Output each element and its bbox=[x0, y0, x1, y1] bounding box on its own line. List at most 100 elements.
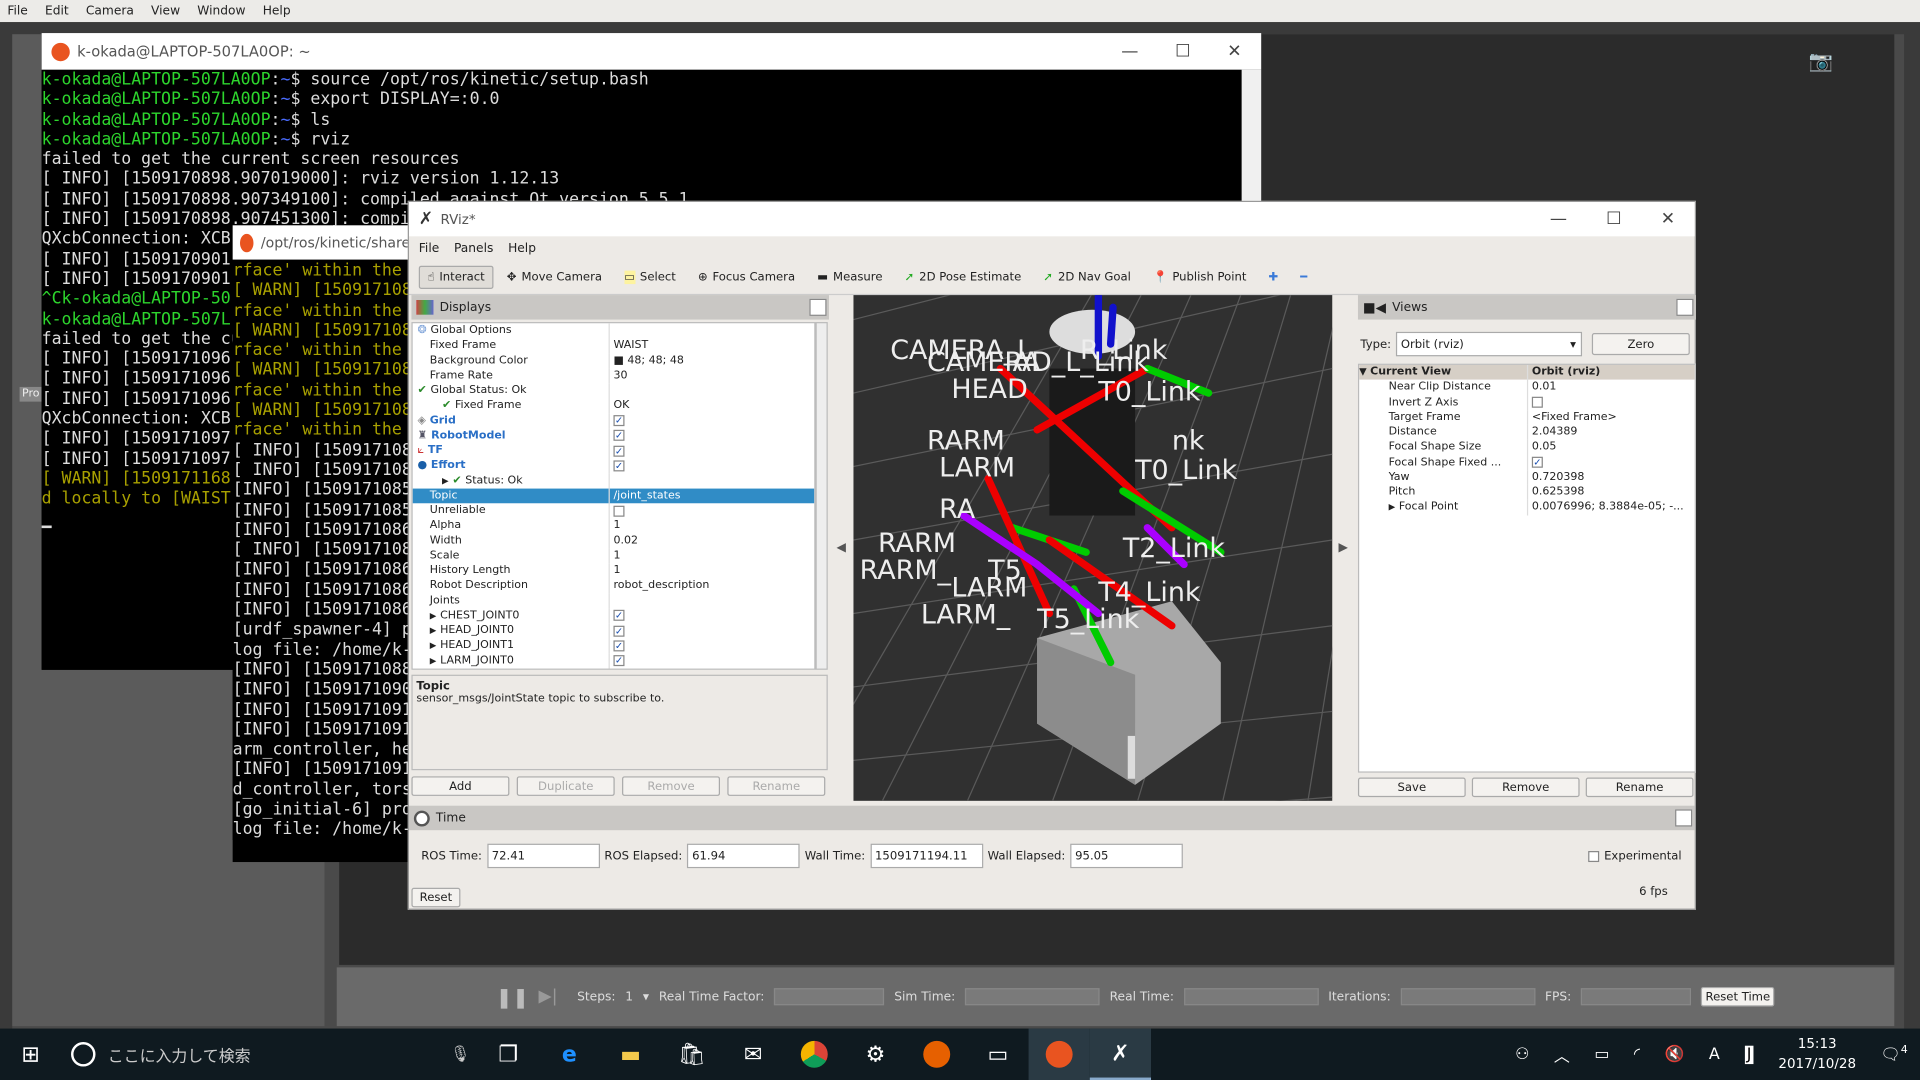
reset-button[interactable]: Reset bbox=[411, 887, 461, 908]
close-button[interactable]: ✕ bbox=[1661, 209, 1675, 229]
close-button[interactable]: ✕ bbox=[1227, 42, 1241, 62]
wall-time-field[interactable]: 1509171194.11 bbox=[870, 843, 983, 869]
menu-file[interactable]: File bbox=[7, 4, 27, 17]
tool-measure[interactable]: ▬ Measure bbox=[809, 266, 891, 289]
tree-row[interactable]: ● Effort ✓ bbox=[413, 458, 815, 474]
current-view-row[interactable]: ▼ Current View Orbit (rviz) bbox=[1359, 364, 1695, 380]
tool-publish-point[interactable]: 📍 Publish Point bbox=[1144, 266, 1255, 289]
tree-row[interactable]: Focal Shape Size 0.05 bbox=[1359, 439, 1695, 455]
chrome-icon[interactable] bbox=[784, 1029, 845, 1080]
remove-display-button[interactable]: Remove bbox=[622, 776, 721, 796]
windows-start-icon[interactable]: ⊞ bbox=[0, 1029, 61, 1080]
checkbox[interactable]: ✓ bbox=[613, 640, 625, 652]
tree-row[interactable]: Focal Shape Fixed ... ✓ bbox=[1359, 454, 1695, 470]
undock-button[interactable] bbox=[809, 298, 827, 316]
tree-row[interactable]: Alpha 1 bbox=[413, 518, 815, 534]
tree-row[interactable]: Width 0.02 bbox=[413, 533, 815, 549]
duplicate-display-button[interactable]: Duplicate bbox=[516, 776, 615, 796]
tree-row[interactable]: Robot Description robot_description bbox=[413, 578, 815, 594]
property-value[interactable]: ✓ bbox=[608, 458, 625, 474]
rename-view-button[interactable]: Rename bbox=[1585, 777, 1694, 798]
tree-row[interactable]: Unreliable bbox=[413, 503, 815, 519]
menu-view[interactable]: View bbox=[151, 4, 180, 17]
gazebo-tab[interactable]: Pro bbox=[19, 386, 42, 402]
displays-tree[interactable]: ❂ Global Options Fixed Frame WAIST Backgroun… bbox=[411, 322, 816, 670]
tool-2d-pose-estimate[interactable]: ➚ 2D Pose Estimate bbox=[896, 266, 1030, 289]
checkbox[interactable]: ✓ bbox=[613, 625, 625, 637]
edge-icon[interactable]: e bbox=[539, 1029, 600, 1080]
undock-button[interactable] bbox=[1675, 809, 1693, 827]
reset-time-button[interactable]: Reset Time bbox=[1701, 986, 1775, 1007]
checkbox[interactable]: ✓ bbox=[613, 430, 625, 442]
property-value[interactable] bbox=[608, 503, 625, 519]
menu-help[interactable]: Help bbox=[508, 242, 536, 255]
people-icon[interactable]: ⚇ bbox=[1515, 1045, 1529, 1063]
menu-help[interactable]: Help bbox=[263, 4, 291, 17]
wall-elapsed-field[interactable]: 95.05 bbox=[1070, 843, 1183, 869]
checkbox[interactable]: ✓ bbox=[1531, 456, 1543, 468]
displays-scrollbar[interactable] bbox=[815, 322, 828, 670]
wifi-icon[interactable]: ◜ bbox=[1634, 1045, 1640, 1063]
tree-row[interactable]: Background Color ■ 48; 48; 48 bbox=[413, 353, 815, 369]
collapse-arrow-icon[interactable]: ▼ bbox=[1359, 366, 1370, 377]
firefox-icon[interactable] bbox=[906, 1029, 967, 1080]
settings-gear-icon[interactable]: ⚙ bbox=[845, 1029, 906, 1080]
zero-button[interactable]: Zero bbox=[1591, 333, 1690, 356]
checkbox[interactable] bbox=[1531, 396, 1543, 408]
menu-edit[interactable]: Edit bbox=[45, 4, 69, 17]
xlaunch-taskbar-icon[interactable]: ✗ bbox=[1089, 1028, 1152, 1080]
tree-row[interactable]: ✔ Fixed Frame OK bbox=[413, 398, 815, 414]
tree-row[interactable]: Distance 2.04389 bbox=[1359, 424, 1695, 440]
battery-icon[interactable]: ▭ bbox=[1594, 1045, 1609, 1063]
collapse-right-button[interactable]: ▶ bbox=[1333, 295, 1353, 801]
remove-tool-button[interactable]: ━ bbox=[1292, 266, 1316, 289]
clock[interactable]: 15:13 2017/10/28 bbox=[1778, 1035, 1856, 1074]
tree-row[interactable]: History Length 1 bbox=[413, 563, 815, 579]
ime-mode-icon[interactable]: J bbox=[1744, 1045, 1754, 1064]
ubuntu-taskbar-icon[interactable] bbox=[1028, 1028, 1090, 1080]
tool-2d-nav-goal[interactable]: ➚ 2D Nav Goal bbox=[1035, 266, 1140, 289]
property-value[interactable]: ✓ bbox=[608, 413, 625, 429]
checkbox[interactable] bbox=[613, 505, 625, 517]
search-box[interactable]: ここに入力して検索 🎙 bbox=[61, 1029, 477, 1080]
minimize-button[interactable]: — bbox=[1550, 209, 1567, 229]
expand-arrow-icon[interactable]: ▶ bbox=[1389, 503, 1396, 513]
property-value[interactable]: ✓ bbox=[608, 623, 625, 639]
tree-row[interactable]: ▶ HEAD_JOINT0 ✓ bbox=[413, 623, 815, 639]
expand-arrow-icon[interactable]: ▶ bbox=[442, 476, 449, 486]
tree-row[interactable]: Fixed Frame WAIST bbox=[413, 338, 815, 354]
tree-row[interactable]: Scale 1 bbox=[413, 548, 815, 564]
checkbox[interactable]: ✓ bbox=[613, 610, 625, 622]
file-explorer-icon[interactable]: ▬ bbox=[600, 1029, 661, 1080]
tree-row[interactable]: Frame Rate 30 bbox=[413, 368, 815, 384]
view-type-select[interactable]: Orbit (rviz) ▾ bbox=[1395, 331, 1583, 357]
property-value[interactable]: ✓ bbox=[608, 653, 625, 669]
tree-row[interactable]: ▶ LARM_JOINT0 ✓ bbox=[413, 653, 815, 669]
tree-row[interactable]: ⟀ TF ✓ bbox=[413, 443, 815, 459]
checkbox[interactable] bbox=[1588, 851, 1600, 863]
chevron-up-icon[interactable]: ︿ bbox=[1554, 1043, 1570, 1066]
remove-view-button[interactable]: Remove bbox=[1471, 777, 1580, 798]
tree-row[interactable]: Yaw 0.720398 bbox=[1359, 469, 1695, 485]
store-icon[interactable]: 🛍 bbox=[661, 1029, 722, 1080]
tree-row[interactable]: ▶ CHEST_JOINT0 ✓ bbox=[413, 608, 815, 624]
mail-icon[interactable]: ✉ bbox=[722, 1029, 783, 1080]
property-value[interactable]: ✓ bbox=[608, 608, 625, 624]
maximize-button[interactable]: ☐ bbox=[1606, 209, 1621, 229]
expand-arrow-icon[interactable]: ▶ bbox=[430, 611, 437, 621]
rename-display-button[interactable]: Rename bbox=[727, 776, 826, 796]
property-value[interactable] bbox=[1526, 394, 1543, 410]
menu-camera[interactable]: Camera bbox=[86, 4, 134, 17]
save-view-button[interactable]: Save bbox=[1357, 777, 1466, 798]
menu-file[interactable]: File bbox=[419, 242, 439, 255]
tree-row[interactable]: ❂ Global Options bbox=[413, 323, 815, 339]
expand-arrow-icon[interactable]: ▶ bbox=[430, 656, 437, 666]
tree-row[interactable]: ▶ HEAD_JOINT1 ✓ bbox=[413, 638, 815, 654]
tree-row[interactable]: Near Clip Distance 0.01 bbox=[1359, 379, 1695, 395]
collapse-left-button[interactable]: ◀ bbox=[831, 295, 851, 801]
property-value[interactable]: ✓ bbox=[1526, 454, 1543, 470]
ime-indicator[interactable]: A bbox=[1709, 1045, 1720, 1063]
property-value[interactable]: ✓ bbox=[608, 638, 625, 654]
property-value[interactable]: ✓ bbox=[608, 428, 625, 444]
pause-icon[interactable]: ❚❚ bbox=[496, 985, 529, 1008]
